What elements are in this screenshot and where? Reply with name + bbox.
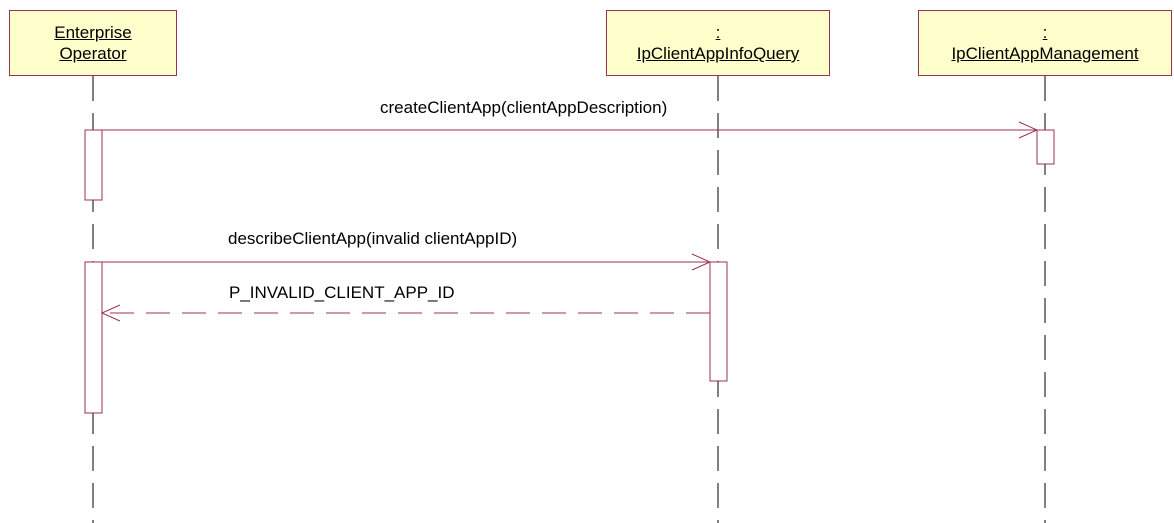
activation-bar-operator-1 xyxy=(84,129,103,201)
message-label-return: P_INVALID_CLIENT_APP_ID xyxy=(229,283,455,302)
participant-ipclientappmanagement: : IpClientAppManagement xyxy=(918,10,1172,76)
activation-bar-management xyxy=(1036,129,1055,165)
activation-bar-infoquery xyxy=(709,261,728,382)
participant-label-line1: Enterprise xyxy=(54,23,132,42)
participant-label-line2: IpClientAppInfoQuery xyxy=(636,44,800,63)
activation-bar-operator-2 xyxy=(84,261,103,414)
message-label-describe: describeClientApp(invalid clientAppID) xyxy=(228,229,518,248)
participant-label-line1: : xyxy=(715,23,721,42)
participant-ipclientappinfoquery: : IpClientAppInfoQuery xyxy=(606,10,830,76)
participant-label-line2: Operator xyxy=(59,44,127,63)
participant-label-line2: IpClientAppManagement xyxy=(951,44,1139,63)
participant-enterprise-operator: Enterprise Operator xyxy=(9,10,177,76)
diagram-canvas xyxy=(84,76,1055,523)
participant-label-line1: : xyxy=(1042,23,1048,42)
message-label-create: createClientApp(clientAppDescription) xyxy=(380,98,668,117)
sequence-diagram: Enterprise Operator : IpClientAppInfoQue… xyxy=(0,0,1174,523)
